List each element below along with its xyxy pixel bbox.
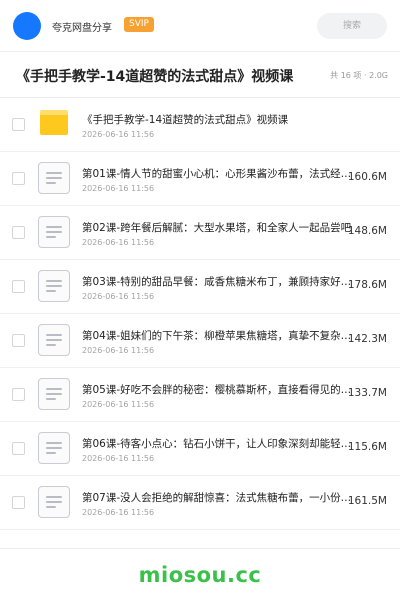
file-row[interactable]: 第06课-待客小点心：钻石小饼干，让人印象深刻却能轻松完成 2026-06-16 … [0, 422, 400, 476]
file-name[interactable]: 第06课-待客小点心：钻石小饼干，让人印象深刻却能轻松完成 [82, 436, 354, 451]
select-checkbox[interactable] [12, 496, 25, 509]
file-list: 《手把手教学-14道超赞的法式甜点》视频课 2026-06-16 11:56 第01… [0, 98, 400, 530]
select-checkbox[interactable] [12, 118, 25, 131]
file-name[interactable]: 第01课-情人节的甜蜜小心机：心形果酱沙布蕾，法式经典甜点 [82, 166, 354, 181]
file-row[interactable]: 《手把手教学-14道超赞的法式甜点》视频课 2026-06-16 11:56 [0, 98, 400, 152]
search-input[interactable]: 搜索 [317, 13, 387, 39]
video-file-icon [38, 324, 70, 356]
svip-badge: SVIP [124, 17, 154, 32]
select-checkbox[interactable] [12, 334, 25, 347]
video-file-icon [38, 162, 70, 194]
video-file-icon [38, 378, 70, 410]
file-name[interactable]: 《手把手教学-14道超赞的法式甜点》视频课 [82, 112, 354, 127]
file-name[interactable]: 第07课-没人会拒绝的解甜惊喜：法式焦糖布蕾，一小份就满足 [82, 490, 354, 505]
folder-icon [40, 110, 68, 135]
share-meta: 共 16 项 · 2.0G [330, 71, 388, 80]
page-title: 《手把手教学-14道超赞的法式甜点》视频课 [16, 69, 294, 85]
select-checkbox[interactable] [12, 442, 25, 455]
file-date: 2026-06-16 11:56 [82, 508, 155, 517]
file-name[interactable]: 第02课-跨年餐后解腻：大型水果塔，和全家人一起品尝吧 [82, 220, 354, 235]
file-name[interactable]: 第03课-特别的甜品早餐：咸香焦糖米布丁，兼顾持家好味道 [82, 274, 354, 289]
select-checkbox[interactable] [12, 388, 25, 401]
file-size: 160.6M [347, 171, 387, 183]
file-row[interactable]: 第03课-特别的甜品早餐：咸香焦糖米布丁，兼顾持家好味道 2026-06-16 1… [0, 260, 400, 314]
file-name[interactable]: 第05课-好吃不会胖的秘密：樱桃慕斯杯，直接看得见的美味 [82, 382, 354, 397]
file-size: 133.7M [347, 387, 387, 399]
file-row[interactable]: 第04课-姐妹们的下午茶：柳橙苹果焦糖塔，真挚不复杂的美味 2026-06-16 … [0, 314, 400, 368]
user-name[interactable]: 夸克网盘分享 [52, 19, 112, 34]
file-row[interactable]: 第07课-没人会拒绝的解甜惊喜：法式焦糖布蕾，一小份就满足 2026-06-16 … [0, 476, 400, 530]
select-checkbox[interactable] [12, 172, 25, 185]
video-file-icon [38, 270, 70, 302]
file-size: 115.6M [347, 441, 387, 453]
share-title-bar: 《手把手教学-14道超赞的法式甜点》视频课 共 16 项 · 2.0G [0, 52, 400, 98]
file-date: 2026-06-16 11:56 [82, 130, 155, 139]
file-size: 161.5M [347, 495, 387, 507]
file-date: 2026-06-16 11:56 [82, 400, 155, 409]
watermark-text: miosou.cc [138, 563, 262, 587]
file-date: 2026-06-16 11:56 [82, 292, 155, 301]
select-checkbox[interactable] [12, 226, 25, 239]
file-date: 2026-06-16 11:56 [82, 454, 155, 463]
avatar[interactable] [13, 12, 41, 40]
file-size: 142.3M [347, 333, 387, 345]
video-file-icon [38, 216, 70, 248]
video-file-icon [38, 486, 70, 518]
file-size: 148.6M [347, 225, 387, 237]
select-checkbox[interactable] [12, 280, 25, 293]
file-date: 2026-06-16 11:56 [82, 238, 155, 247]
file-row[interactable]: 第01课-情人节的甜蜜小心机：心形果酱沙布蕾，法式经典甜点 2026-06-16 … [0, 152, 400, 206]
file-date: 2026-06-16 11:56 [82, 346, 155, 355]
file-row[interactable]: 第02课-跨年餐后解腻：大型水果塔，和全家人一起品尝吧 2026-06-16 11… [0, 206, 400, 260]
video-file-icon [38, 432, 70, 464]
footer: miosou.cc [0, 548, 400, 600]
file-name[interactable]: 第04课-姐妹们的下午茶：柳橙苹果焦糖塔，真挚不复杂的美味 [82, 328, 354, 343]
top-header: 夸克网盘分享 SVIP 搜索 [0, 0, 400, 52]
file-date: 2026-06-16 11:56 [82, 184, 155, 193]
file-size: 178.6M [347, 279, 387, 291]
file-row[interactable]: 第05课-好吃不会胖的秘密：樱桃慕斯杯，直接看得见的美味 2026-06-16 1… [0, 368, 400, 422]
